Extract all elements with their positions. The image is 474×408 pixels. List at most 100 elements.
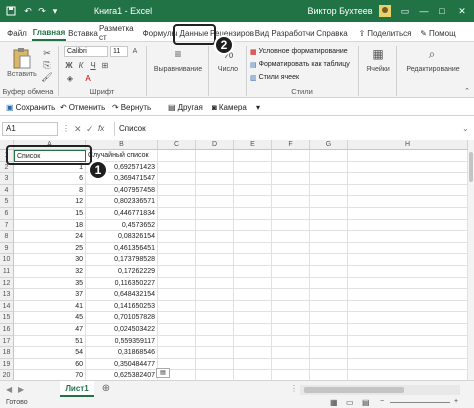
cell-b[interactable]: 0,116350227: [86, 277, 158, 290]
sheet-tab-list1[interactable]: Лист1: [60, 381, 94, 397]
cell-empty[interactable]: [196, 370, 234, 380]
cell-empty[interactable]: [234, 347, 272, 359]
cell-empty[interactable]: [196, 335, 234, 348]
cell-empty[interactable]: [348, 184, 468, 197]
cell-empty[interactable]: [196, 184, 234, 197]
cell-empty[interactable]: [272, 173, 310, 185]
cell-empty[interactable]: [158, 231, 196, 243]
cell-empty[interactable]: [272, 300, 310, 313]
cell-b[interactable]: 0,407957458: [86, 184, 158, 197]
cell-empty[interactable]: [310, 312, 348, 324]
normal-view-icon[interactable]: ▦: [330, 398, 338, 407]
page-layout-view-icon[interactable]: ▭: [346, 398, 354, 407]
row-header[interactable]: 14: [0, 300, 14, 313]
cell-empty[interactable]: [196, 208, 234, 220]
row-header[interactable]: 7: [0, 219, 14, 232]
cell-empty[interactable]: [158, 312, 196, 324]
alignment-button[interactable]: Выравнивание: [150, 66, 206, 73]
cell-empty[interactable]: [196, 231, 234, 243]
qat-other-button[interactable]: ▤ Другая: [168, 101, 203, 113]
cells-icon[interactable]: ▦: [370, 46, 386, 62]
cell-empty[interactable]: [234, 161, 272, 174]
maximize-icon[interactable]: □: [434, 0, 450, 22]
cell-empty[interactable]: [272, 196, 310, 208]
cell-empty[interactable]: [310, 266, 348, 278]
italic-button[interactable]: К: [76, 60, 86, 71]
cell-empty[interactable]: [196, 358, 234, 371]
cell-a[interactable]: 18: [14, 219, 86, 232]
cell-a[interactable]: 45: [14, 312, 86, 324]
paste-icon[interactable]: [10, 46, 34, 70]
tab-file[interactable]: Файл: [6, 25, 28, 41]
copy-icon[interactable]: ⎘: [42, 60, 52, 70]
cell-empty[interactable]: [196, 277, 234, 290]
cell-empty[interactable]: [234, 312, 272, 324]
cell-empty[interactable]: [272, 347, 310, 359]
cell-empty[interactable]: [158, 254, 196, 266]
cell-empty[interactable]: [158, 335, 196, 348]
cell-empty[interactable]: [196, 219, 234, 232]
cell-empty[interactable]: [272, 358, 310, 371]
cell-empty[interactable]: [234, 300, 272, 313]
cancel-icon[interactable]: ✕: [74, 122, 84, 136]
cell-empty[interactable]: [158, 277, 196, 290]
paste-button-label[interactable]: Вставить: [4, 71, 40, 78]
cell-empty[interactable]: [272, 312, 310, 324]
alignment-icon[interactable]: ≡: [170, 46, 186, 62]
cell-empty[interactable]: [272, 242, 310, 255]
cell-empty[interactable]: [272, 208, 310, 220]
cell-empty[interactable]: [272, 324, 310, 336]
cell-empty[interactable]: [234, 335, 272, 348]
zoom-in-icon[interactable]: +: [454, 398, 458, 405]
cell-empty[interactable]: [234, 173, 272, 185]
tab-view[interactable]: Вид: [254, 25, 270, 41]
cell-a[interactable]: 37: [14, 289, 86, 301]
cell-empty[interactable]: [234, 358, 272, 371]
cell-a[interactable]: 70: [14, 370, 86, 380]
cells-button[interactable]: Ячейки: [360, 66, 396, 73]
cell-empty[interactable]: [310, 324, 348, 336]
cell-empty[interactable]: [272, 370, 310, 380]
cell-empty[interactable]: [348, 231, 468, 243]
column-header-b[interactable]: B: [86, 140, 158, 150]
font-name-select[interactable]: Calibri: [64, 46, 108, 57]
cell-empty[interactable]: [310, 289, 348, 301]
row-header[interactable]: 18: [0, 347, 14, 359]
cell-styles-button[interactable]: ▥ Стили ячеек: [250, 72, 354, 83]
help-button[interactable]: ✎ Помощ: [412, 25, 464, 41]
fill-color-icon[interactable]: ◈: [64, 73, 76, 84]
cell-empty[interactable]: [348, 266, 468, 278]
fx-icon[interactable]: fx: [98, 122, 110, 136]
redo-icon[interactable]: ↷: [36, 0, 48, 22]
formula-input[interactable]: Список: [114, 122, 460, 136]
cell-empty[interactable]: [158, 266, 196, 278]
zoom-out-icon[interactable]: −: [380, 398, 384, 405]
increase-font-icon[interactable]: A: [130, 46, 140, 57]
conditional-format-button[interactable]: ▦ Условное форматирование: [250, 46, 354, 57]
cell-a[interactable]: 60: [14, 358, 86, 371]
cell-empty[interactable]: [348, 324, 468, 336]
cell-empty[interactable]: [272, 289, 310, 301]
tab-insert[interactable]: Вставка: [68, 25, 98, 41]
row-header[interactable]: 6: [0, 208, 14, 220]
add-sheet-icon[interactable]: ⊕: [100, 383, 112, 395]
format-as-table-button[interactable]: ▤ Форматировать как таблицу: [250, 59, 354, 70]
cell-empty[interactable]: [310, 219, 348, 232]
cell-empty[interactable]: [234, 254, 272, 266]
minimize-icon[interactable]: —: [416, 0, 432, 22]
cell-empty[interactable]: [272, 277, 310, 290]
cell-b[interactable]: 0,17262229: [86, 266, 158, 278]
cell-b[interactable]: 0,141650253: [86, 300, 158, 313]
page-break-view-icon[interactable]: ▤: [362, 398, 370, 407]
cell-empty[interactable]: [348, 254, 468, 266]
cell-empty[interactable]: [348, 196, 468, 208]
row-header[interactable]: 13: [0, 289, 14, 301]
row-header[interactable]: 3: [0, 173, 14, 185]
cell-empty[interactable]: [158, 289, 196, 301]
cell-empty[interactable]: [158, 184, 196, 197]
cell-empty[interactable]: [234, 324, 272, 336]
cell-empty[interactable]: [348, 347, 468, 359]
cell-empty[interactable]: [196, 300, 234, 313]
cell-a[interactable]: 35: [14, 277, 86, 290]
cell-empty[interactable]: [234, 277, 272, 290]
